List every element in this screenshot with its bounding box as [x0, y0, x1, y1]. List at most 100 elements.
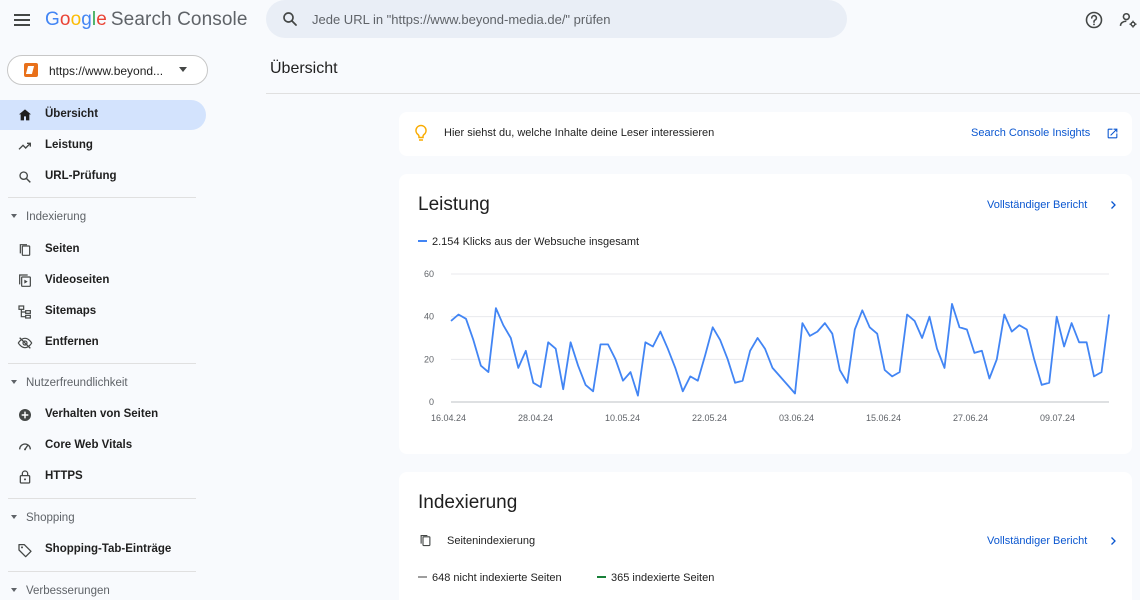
legend-label: 2.154 Klicks aus der Websuche insgesamt	[432, 236, 640, 248]
performance-title: Leistung	[418, 194, 490, 215]
insights-banner: Hier siehst du, welche Inhalte deine Les…	[399, 112, 1132, 156]
data-point	[1063, 345, 1066, 348]
x-tick-label: 28.04.24	[518, 413, 553, 423]
section-verbesserungen[interactable]: Verbesserungen	[0, 580, 206, 600]
y-tick-label: 0	[429, 397, 434, 407]
trending-up-icon	[18, 142, 31, 150]
data-point	[1108, 313, 1111, 316]
data-point	[607, 343, 610, 346]
legend-label: 648 nicht indexierte Seiten	[432, 572, 562, 584]
sidebar-item-uebersicht[interactable]: Übersicht	[0, 100, 206, 130]
section-shopping[interactable]: Shopping	[0, 507, 206, 531]
sidebar-item-sitemaps[interactable]: Sitemaps	[0, 297, 206, 327]
data-point	[1078, 341, 1081, 344]
help-icon[interactable]	[1084, 10, 1104, 30]
data-point	[741, 379, 744, 382]
data-point	[898, 371, 901, 374]
sidebar-item-seiten[interactable]: Seiten	[0, 235, 206, 265]
data-point	[554, 347, 557, 350]
search-console-insights-link[interactable]: Search Console Insights	[971, 127, 1090, 139]
data-point	[861, 309, 864, 312]
data-point	[816, 330, 819, 333]
x-tick-label: 16.04.24	[431, 413, 466, 423]
caret-down-icon	[11, 380, 17, 384]
data-point	[1085, 341, 1088, 344]
data-point	[1070, 322, 1073, 325]
sidebar-item-verhalten-von-seiten[interactable]: Verhalten von Seiten	[0, 400, 206, 430]
account-settings-icon[interactable]	[1118, 10, 1138, 30]
sitemap-icon	[18, 305, 31, 319]
caret-down-icon	[11, 588, 17, 592]
sidebar-item-url-pruefung[interactable]: URL-Prüfung	[0, 162, 206, 192]
caret-down-icon	[11, 515, 17, 519]
chevron-down-icon	[179, 67, 187, 72]
data-point	[1040, 383, 1043, 386]
data-point	[509, 337, 512, 340]
data-point	[794, 392, 797, 395]
performance-full-report-link[interactable]: Vollständiger Bericht	[987, 199, 1087, 211]
data-point	[659, 330, 662, 333]
open-in-new-icon[interactable]	[1106, 127, 1119, 140]
indexing-full-report-link[interactable]: Vollständiger Bericht	[987, 535, 1087, 547]
sidebar: https://www.beyond... Übersicht Leistung…	[0, 40, 215, 600]
data-point	[838, 369, 841, 372]
sidebar-item-leistung[interactable]: Leistung	[0, 131, 206, 161]
data-point	[988, 377, 991, 380]
data-point	[494, 307, 497, 310]
data-point	[502, 324, 505, 327]
data-point	[704, 354, 707, 357]
data-point	[980, 349, 983, 352]
data-point	[472, 339, 475, 342]
tag-icon	[18, 544, 32, 558]
data-point	[696, 379, 699, 382]
y-tick-label: 40	[424, 312, 434, 322]
data-point	[1018, 324, 1021, 327]
add-circle-icon	[19, 409, 31, 421]
data-point	[876, 332, 879, 335]
data-point	[1048, 381, 1051, 384]
data-point	[943, 366, 946, 369]
data-point	[674, 366, 677, 369]
indexing-title: Indexierung	[418, 492, 518, 513]
sidebar-item-entfernen[interactable]: Entfernen	[0, 328, 206, 358]
indexing-card: Indexierung Seitenindexierung Vollständi…	[399, 472, 1132, 600]
caret-down-icon	[11, 214, 17, 218]
search-input[interactable]	[312, 9, 832, 29]
section-nutzerfreundlichkeit[interactable]: Nutzerfreundlichkeit	[0, 372, 206, 396]
chevron-right-icon[interactable]	[1107, 535, 1119, 547]
data-point	[913, 319, 916, 322]
data-point	[651, 345, 654, 348]
data-point	[644, 341, 647, 344]
data-point	[868, 326, 871, 329]
url-inspection-search[interactable]	[266, 0, 847, 38]
insights-text: Hier siehst du, welche Inhalte deine Les…	[444, 127, 715, 139]
data-point	[808, 334, 811, 337]
property-selector[interactable]: https://www.beyond...	[7, 55, 208, 85]
sidebar-item-videoseiten[interactable]: Videoseiten	[0, 266, 206, 296]
data-point	[1033, 358, 1036, 361]
data-point	[577, 364, 580, 367]
top-bar: Google Search Console	[0, 0, 1140, 40]
data-point	[1010, 330, 1013, 333]
performance-card: Leistung Vollständiger Bericht 2.154 Kli…	[399, 174, 1132, 454]
data-point	[689, 375, 692, 378]
section-indexierung[interactable]: Indexierung	[0, 206, 206, 230]
data-point	[450, 319, 453, 322]
sidebar-item-shopping-tab-eintraege[interactable]: Shopping-Tab-Einträge	[0, 535, 206, 565]
sidebar-item-https[interactable]: HTTPS	[0, 462, 206, 492]
data-point	[457, 313, 460, 316]
divider	[8, 197, 196, 198]
data-point	[771, 366, 774, 369]
pages-icon	[19, 244, 31, 256]
property-label: https://www.beyond...	[49, 64, 164, 78]
legend-swatch	[597, 575, 606, 579]
data-point	[465, 317, 468, 320]
data-point	[629, 371, 632, 374]
product-logo[interactable]: Google Search Console	[45, 9, 248, 31]
data-point	[584, 383, 587, 386]
search-icon	[19, 171, 31, 183]
sidebar-item-core-web-vitals[interactable]: Core Web Vitals	[0, 431, 206, 461]
menu-icon[interactable]	[12, 10, 32, 30]
data-point	[1003, 313, 1006, 316]
chevron-right-icon[interactable]	[1107, 199, 1119, 211]
